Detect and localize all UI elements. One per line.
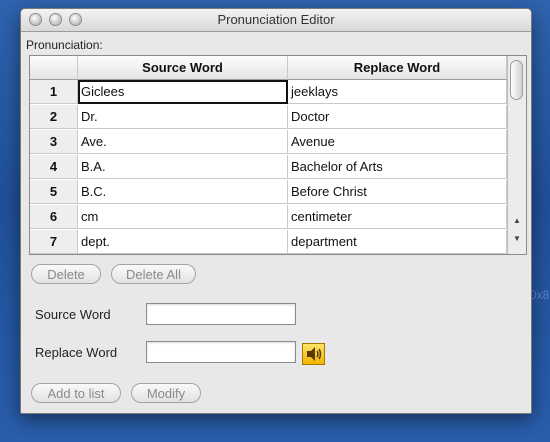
- replace-word-cell[interactable]: Avenue: [288, 130, 507, 154]
- table-row[interactable]: 3 Ave. Avenue: [30, 130, 507, 155]
- row-number: 4: [30, 155, 78, 179]
- delete-button[interactable]: Delete: [31, 264, 101, 284]
- replace-word-label: Replace Word: [35, 345, 118, 360]
- source-word-cell[interactable]: Giclees: [78, 80, 288, 104]
- source-word-cell[interactable]: B.C.: [78, 180, 288, 204]
- scroll-up-arrow-icon[interactable]: ▲: [508, 214, 526, 227]
- table-row[interactable]: 1 Giclees jeeklays: [30, 80, 507, 105]
- row-number: 7: [30, 230, 78, 254]
- replace-word-cell[interactable]: department: [288, 230, 507, 254]
- delete-all-button[interactable]: Delete All: [111, 264, 196, 284]
- row-number: 3: [30, 130, 78, 154]
- replace-word-cell[interactable]: Doctor: [288, 105, 507, 129]
- replace-word-cell[interactable]: Bachelor of Arts: [288, 155, 507, 179]
- row-number: 6: [30, 205, 78, 229]
- source-word-cell[interactable]: B.A.: [78, 155, 288, 179]
- add-to-list-button[interactable]: Add to list: [31, 383, 121, 403]
- desktop-background-text: 0x8: [530, 288, 550, 302]
- table-row[interactable]: 2 Dr. Doctor: [30, 105, 507, 130]
- replace-word-cell[interactable]: centimeter: [288, 205, 507, 229]
- source-word-header[interactable]: Source Word: [78, 56, 288, 80]
- pronunciation-label: Pronunciation:: [26, 38, 103, 52]
- table-row[interactable]: 7 dept. department: [30, 230, 507, 254]
- replace-word-cell[interactable]: Before Christ: [288, 180, 507, 204]
- table-row[interactable]: 4 B.A. Bachelor of Arts: [30, 155, 507, 180]
- modify-button[interactable]: Modify: [131, 383, 201, 403]
- source-word-cell[interactable]: dept.: [78, 230, 288, 254]
- table-vertical-scrollbar[interactable]: ▲ ▼: [507, 56, 526, 254]
- row-number: 5: [30, 180, 78, 204]
- source-word-cell[interactable]: cm: [78, 205, 288, 229]
- replace-word-cell[interactable]: jeeklays: [288, 80, 507, 104]
- row-number: 2: [30, 105, 78, 129]
- table-row[interactable]: 6 cm centimeter: [30, 205, 507, 230]
- table-header: Source Word Replace Word: [30, 56, 507, 81]
- scrollbar-thumb[interactable]: [510, 60, 523, 100]
- pronunciation-table: Source Word Replace Word 1 Giclees jeekl…: [29, 55, 527, 255]
- replace-word-header[interactable]: Replace Word: [288, 56, 507, 80]
- speaker-icon: [307, 347, 322, 361]
- row-number: 1: [30, 80, 78, 104]
- title-bar[interactable]: Pronunciation Editor: [21, 9, 531, 32]
- speak-replace-word-button[interactable]: [302, 343, 325, 365]
- table-row[interactable]: 5 B.C. Before Christ: [30, 180, 507, 205]
- pronunciation-editor-window: Pronunciation Editor Pronunciation: Sour…: [20, 8, 532, 414]
- row-number-header: [30, 56, 78, 80]
- window-title: Pronunciation Editor: [217, 12, 335, 27]
- replace-word-input[interactable]: [146, 341, 296, 363]
- source-word-input[interactable]: [146, 303, 296, 325]
- source-word-label: Source Word: [35, 307, 111, 322]
- source-word-cell[interactable]: Ave.: [78, 130, 288, 154]
- scroll-down-arrow-icon[interactable]: ▼: [508, 232, 526, 245]
- source-word-cell[interactable]: Dr.: [78, 105, 288, 129]
